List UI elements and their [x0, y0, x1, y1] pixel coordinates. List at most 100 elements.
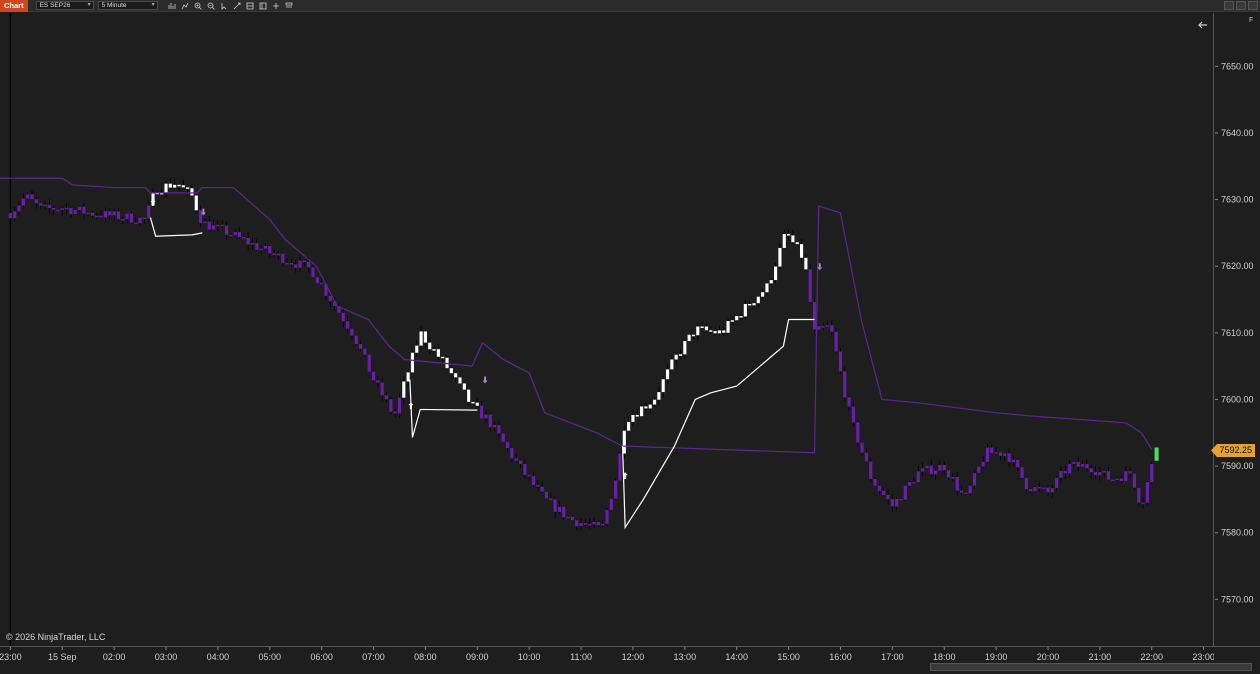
candle-body: [458, 377, 462, 384]
price-chart-panel[interactable]: [0, 13, 1214, 646]
close-button[interactable]: [1248, 1, 1258, 10]
candle-body: [627, 421, 631, 431]
candle-body: [1145, 482, 1149, 503]
candle-body: [354, 335, 358, 345]
price-tick-label: 7640.00: [1221, 128, 1254, 138]
data-box-icon[interactable]: [259, 1, 268, 10]
candle-body: [129, 213, 133, 223]
candle-body: [376, 380, 380, 383]
candle-body: [1068, 463, 1072, 474]
arrow-up-icon: [408, 402, 414, 410]
candle-body: [553, 499, 557, 512]
candle-body: [276, 253, 280, 256]
candle-body: [631, 415, 635, 422]
time-tick-label: 02:00: [103, 652, 126, 662]
time-tick-label: 05:00: [259, 652, 282, 662]
price-axis[interactable]: 7650.00 7640.00 7630.00 7620.00 7610.00 7600.…: [1215, 13, 1260, 646]
candle-body: [877, 485, 881, 491]
candle-body: [471, 401, 475, 404]
candle-body: [1042, 487, 1046, 489]
candle-body: [838, 351, 843, 372]
time-tick-label: 19:00: [985, 652, 1008, 662]
price-tick-label: 7580.00: [1221, 528, 1254, 538]
candle-body: [678, 354, 683, 356]
candle-body: [389, 399, 393, 412]
candle-body: [307, 261, 311, 268]
candle-body: [121, 218, 125, 221]
candle-body: [934, 470, 938, 475]
panel-f-button[interactable]: F: [1249, 17, 1253, 24]
price-tick-label: 7590.00: [1221, 461, 1254, 471]
candle-body: [1007, 453, 1011, 463]
candle-body: [1020, 467, 1024, 479]
candle-body: [445, 357, 449, 369]
time-tick-label: 20:00: [1037, 652, 1060, 662]
interval-value: 5 Minute: [101, 2, 127, 9]
trailing-stop-line: [409, 379, 478, 438]
candle-body: [618, 453, 622, 481]
indicators-icon[interactable]: [181, 1, 190, 10]
candle-body: [921, 468, 925, 472]
candle-body: [108, 211, 112, 216]
candle-body: [147, 205, 151, 219]
candle-body: [929, 465, 933, 475]
candle-body: [1089, 468, 1093, 473]
templates-icon[interactable]: [285, 1, 294, 10]
drawing-icon[interactable]: [233, 1, 242, 10]
candle-body: [449, 368, 453, 374]
chart-tab[interactable]: Chart: [0, 0, 28, 12]
time-tick-label: 06:00: [310, 652, 333, 662]
candle-body: [60, 208, 64, 210]
strategy-icon[interactable]: [272, 1, 281, 10]
horizontal-scrollbar[interactable]: [930, 663, 1252, 671]
zoom-in-icon[interactable]: [194, 1, 203, 10]
time-tick-label: 10:00: [518, 652, 541, 662]
candle-body: [95, 215, 99, 218]
candle-body: [687, 334, 691, 342]
minimize-button[interactable]: [1224, 1, 1234, 10]
candle-body: [384, 395, 389, 400]
candle-body: [1124, 471, 1128, 482]
candle-body: [518, 460, 523, 464]
candle-body: [224, 225, 229, 235]
zoom-out-icon[interactable]: [207, 1, 216, 10]
price-axis-labels: 7650.00 7640.00 7630.00 7620.00 7610.00 7600.…: [1215, 61, 1254, 604]
candle-body: [899, 498, 903, 501]
candle-body: [497, 424, 501, 434]
instrument-selector[interactable]: ES SEP26 ▾: [35, 1, 94, 10]
candle-body: [670, 359, 674, 370]
interval-selector[interactable]: 5 Minute ▾: [97, 1, 158, 10]
candle-body: [791, 235, 795, 243]
candle-body: [683, 341, 687, 355]
candle-body: [592, 521, 596, 525]
properties-icon[interactable]: [246, 1, 255, 10]
candle-body: [886, 494, 890, 500]
candle-body: [1137, 487, 1141, 503]
candle-body: [410, 352, 415, 373]
time-tick-label: 15 Sep: [48, 652, 77, 662]
candle-body: [436, 349, 440, 357]
candle-body: [359, 344, 363, 349]
candle-body: [903, 485, 907, 500]
candle-body: [713, 331, 717, 334]
price-tick-label: 7620.00: [1221, 261, 1254, 271]
time-tick-label: 03:00: [155, 652, 178, 662]
copyright-text: © 2026 NinjaTrader, LLC: [6, 632, 106, 642]
time-tick-label: 08:00: [414, 652, 437, 662]
price-tick-label: 7610.00: [1221, 328, 1254, 338]
candle-body: [640, 406, 644, 417]
candle-body: [493, 424, 497, 428]
maximize-button[interactable]: [1236, 1, 1246, 10]
candlestick-chart[interactable]: [0, 13, 1214, 646]
trailing-stop-line: [621, 318, 815, 530]
time-tick-label: 04:00: [207, 652, 230, 662]
pointer-icon[interactable]: [220, 1, 229, 10]
bar-type-icon[interactable]: [168, 1, 177, 10]
candle-body: [285, 262, 289, 265]
candle-body: [644, 406, 648, 409]
candle-body: [229, 234, 233, 237]
candle-body: [250, 243, 255, 245]
candle-body: [938, 464, 942, 471]
arrow-left-icon[interactable]: [1197, 18, 1209, 30]
candle-body: [787, 234, 791, 236]
